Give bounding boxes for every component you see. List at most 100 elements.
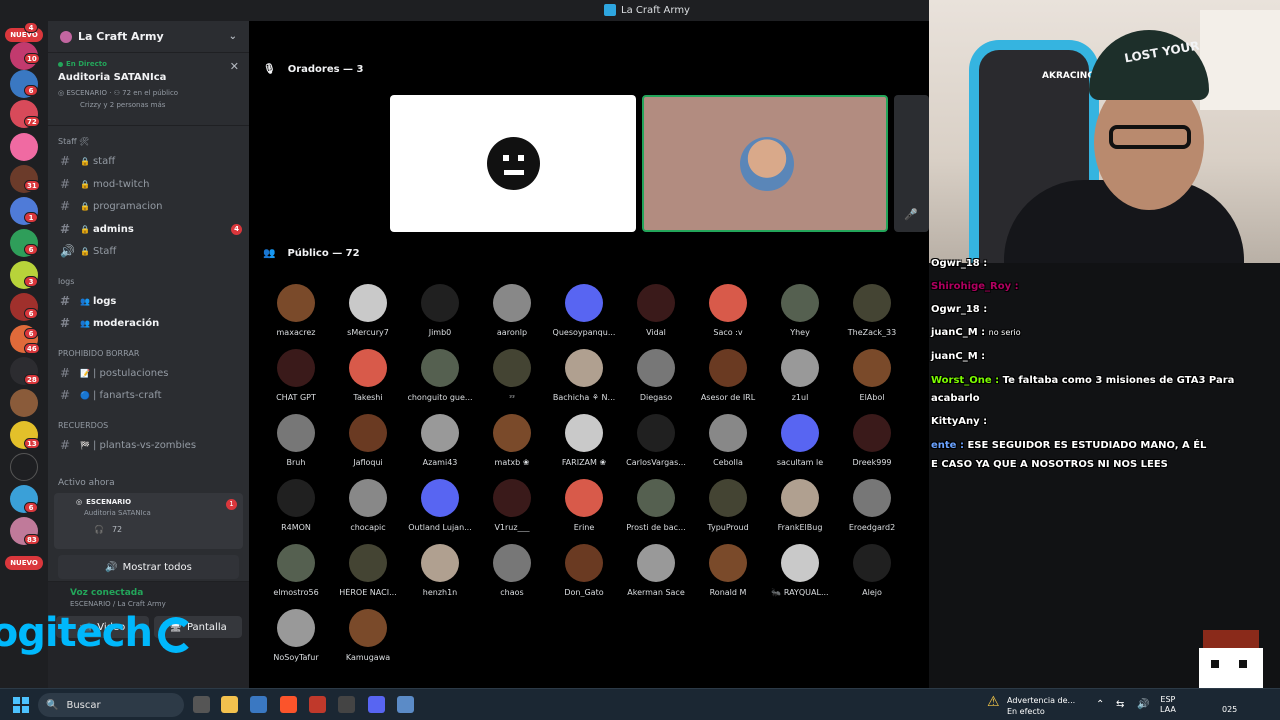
audience-avatar[interactable] bbox=[421, 414, 459, 452]
audience-avatar[interactable] bbox=[637, 479, 675, 517]
audience-avatar[interactable] bbox=[637, 349, 675, 387]
active-stage-card[interactable]: ◎ ESCENARIO Auditoria SATANIca 🎧 72 1 bbox=[54, 493, 243, 549]
store-icon[interactable] bbox=[250, 696, 267, 713]
audience-avatar[interactable] bbox=[853, 414, 891, 452]
unread-badge: 6 bbox=[24, 308, 38, 319]
audience-avatar[interactable] bbox=[493, 284, 531, 322]
audience-avatar[interactable] bbox=[637, 414, 675, 452]
audience-name: CHAT GPT bbox=[276, 393, 316, 402]
server-icon[interactable] bbox=[10, 453, 38, 481]
discord-icon[interactable] bbox=[368, 696, 385, 713]
language-indicator[interactable]: ESP LAA bbox=[1160, 695, 1176, 715]
audience-avatar[interactable] bbox=[421, 284, 459, 322]
audience-avatar[interactable] bbox=[709, 414, 747, 452]
audience-avatar[interactable] bbox=[277, 609, 315, 647]
brave-browser-icon[interactable] bbox=[280, 696, 297, 713]
audience-avatar[interactable] bbox=[709, 349, 747, 387]
audience-avatar[interactable] bbox=[421, 349, 459, 387]
audience-avatar[interactable] bbox=[781, 349, 819, 387]
audience-name: Asesor de IRL bbox=[700, 393, 756, 402]
channel-item[interactable]: # 📝 | postulaciones bbox=[56, 363, 242, 383]
app-icon[interactable] bbox=[309, 696, 326, 713]
channel-sidebar: La Craft Army ⌄ En Directo Auditoria SAT… bbox=[48, 21, 249, 688]
server-icon[interactable] bbox=[10, 389, 38, 417]
channel-item[interactable]: 🔊 🔒 Staff bbox=[56, 241, 242, 261]
category-prohibido[interactable]: PROHIBIDO BORRAR bbox=[58, 349, 139, 358]
audience-avatar[interactable] bbox=[349, 284, 387, 322]
discord-app-icon bbox=[604, 4, 616, 16]
audience-avatar[interactable] bbox=[277, 414, 315, 452]
audience-avatar[interactable] bbox=[277, 544, 315, 582]
volume-icon[interactable]: 🔊 bbox=[1137, 699, 1149, 710]
audience-avatar[interactable] bbox=[565, 414, 603, 452]
channel-item[interactable]: # 🔒 mod-twitch bbox=[56, 174, 242, 194]
audience-avatar[interactable] bbox=[421, 544, 459, 582]
network-icon[interactable]: ⇆ bbox=[1116, 699, 1124, 710]
category-logs[interactable]: logs bbox=[58, 277, 74, 286]
audience-avatar[interactable] bbox=[781, 414, 819, 452]
audience-avatar[interactable] bbox=[349, 609, 387, 647]
audience-avatar[interactable] bbox=[853, 544, 891, 582]
audience-avatar[interactable] bbox=[349, 544, 387, 582]
audience-avatar[interactable] bbox=[493, 349, 531, 387]
audience-name: chaos bbox=[500, 588, 524, 597]
audience-avatar[interactable] bbox=[277, 479, 315, 517]
channel-item[interactable]: # 🔒 staff bbox=[56, 151, 242, 171]
audience-avatar[interactable] bbox=[853, 479, 891, 517]
logo-text: logitech bbox=[0, 610, 153, 656]
audience-avatar[interactable] bbox=[493, 479, 531, 517]
audience-avatar[interactable] bbox=[277, 349, 315, 387]
channel-item[interactable]: # 🏁 | plantas-vs-zombies bbox=[56, 435, 242, 455]
audience-avatar[interactable] bbox=[781, 479, 819, 517]
mention-badge: 4 bbox=[231, 223, 242, 235]
server-icon[interactable] bbox=[10, 133, 38, 161]
audience-avatar[interactable] bbox=[349, 349, 387, 387]
chat-user: juanC_M : bbox=[931, 351, 986, 362]
category-recuerdos[interactable]: RECUERDOS bbox=[58, 421, 108, 430]
audience-avatar[interactable] bbox=[349, 479, 387, 517]
close-icon[interactable]: ✕ bbox=[230, 60, 239, 73]
server-header[interactable]: La Craft Army ⌄ bbox=[48, 21, 249, 53]
channel-item[interactable]: # 👥 moderación bbox=[56, 313, 242, 333]
audience-avatar[interactable] bbox=[421, 479, 459, 517]
audience-avatar[interactable] bbox=[637, 284, 675, 322]
audience-avatar[interactable] bbox=[277, 284, 315, 322]
task-view-icon[interactable] bbox=[193, 696, 210, 713]
channel-item[interactable]: # 🔒 programacion bbox=[56, 196, 242, 216]
server-icon bbox=[60, 30, 72, 43]
audience-avatar[interactable] bbox=[709, 284, 747, 322]
chevron-up-icon[interactable]: ⌃ bbox=[1096, 699, 1104, 710]
channel-item[interactable]: # 🔒 admins 4 bbox=[56, 219, 242, 239]
live-stage-card[interactable]: En Directo Auditoria SATANIca ◎ ESCENARI… bbox=[48, 54, 249, 126]
audience-avatar[interactable] bbox=[493, 544, 531, 582]
audience-avatar[interactable] bbox=[349, 414, 387, 452]
audience-avatar[interactable] bbox=[853, 284, 891, 322]
settings-icon[interactable] bbox=[397, 696, 414, 713]
taskbar: 🔍 Buscar Advertencia de... En efecto ⌃ ⇆ 🔊… bbox=[0, 688, 1280, 720]
file-explorer-icon[interactable] bbox=[221, 696, 238, 713]
audience-avatar[interactable] bbox=[565, 479, 603, 517]
speaker-tile[interactable] bbox=[390, 95, 636, 232]
channel-item[interactable]: # 🔵 | fanarts-craft bbox=[56, 385, 242, 405]
audience-avatar[interactable] bbox=[781, 284, 819, 322]
clock[interactable]: 025 bbox=[1222, 705, 1237, 714]
audience-avatar[interactable] bbox=[637, 544, 675, 582]
audience-avatar[interactable] bbox=[709, 479, 747, 517]
taskbar-search[interactable]: 🔍 Buscar bbox=[38, 693, 184, 717]
audience-name: 🐜 RAYQUAL... bbox=[771, 588, 829, 597]
channel-item[interactable]: # 👥 logs bbox=[56, 291, 242, 311]
speaker-tile[interactable] bbox=[642, 95, 888, 232]
category-staff[interactable]: Staff 🛠 bbox=[58, 137, 89, 146]
logitech-logo: logitech bbox=[0, 610, 194, 656]
warning-notice[interactable]: Advertencia de... En efecto bbox=[987, 695, 1075, 717]
audience-avatar[interactable] bbox=[565, 349, 603, 387]
show-all-button[interactable]: 🔊 Mostrar todos bbox=[58, 555, 239, 579]
audience-avatar[interactable] bbox=[781, 544, 819, 582]
audience-avatar[interactable] bbox=[565, 544, 603, 582]
audience-avatar[interactable] bbox=[709, 544, 747, 582]
audience-avatar[interactable] bbox=[853, 349, 891, 387]
audience-avatar[interactable] bbox=[565, 284, 603, 322]
obs-icon[interactable] bbox=[338, 696, 355, 713]
audience-avatar[interactable] bbox=[493, 414, 531, 452]
windows-start-button[interactable] bbox=[13, 697, 29, 713]
